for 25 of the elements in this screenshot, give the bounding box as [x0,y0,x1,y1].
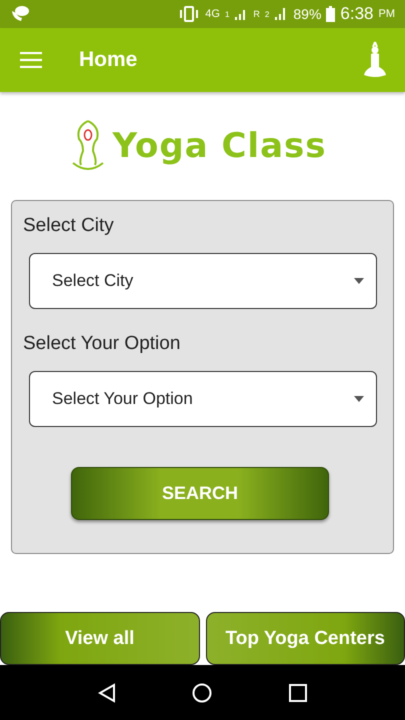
dropdown[interactable]: Select Your Option [29,371,377,427]
network-label: 4G [205,8,220,20]
logo-text: Yoga Class [112,126,326,166]
vibrate-icon [178,6,200,22]
meridiem: PM [378,8,395,20]
field-label: Select City [23,215,115,237]
back-icon[interactable] [98,682,116,702]
clock: 6:38 [340,4,374,24]
search-button[interactable]: SEARCH [71,467,329,520]
roaming-label: R [253,9,260,19]
caret-icon [354,278,364,284]
field-label: Select Your Option [23,333,182,355]
yoga-logo-icon [70,119,104,173]
battery-percent: 89% [293,6,322,22]
sim-label: 1 [224,10,230,18]
nav-button[interactable]: View all [0,612,200,665]
battery-icon [326,6,336,22]
home-icon[interactable] [192,682,212,702]
sim-label: 2 [264,10,270,18]
page-title: Home [79,48,138,72]
chat-icon [10,5,30,23]
recents-icon[interactable] [288,684,307,702]
nav-button[interactable]: Top Yoga Centers [206,612,405,665]
dropdown[interactable]: Select City [29,253,377,309]
caret-icon [354,396,364,402]
